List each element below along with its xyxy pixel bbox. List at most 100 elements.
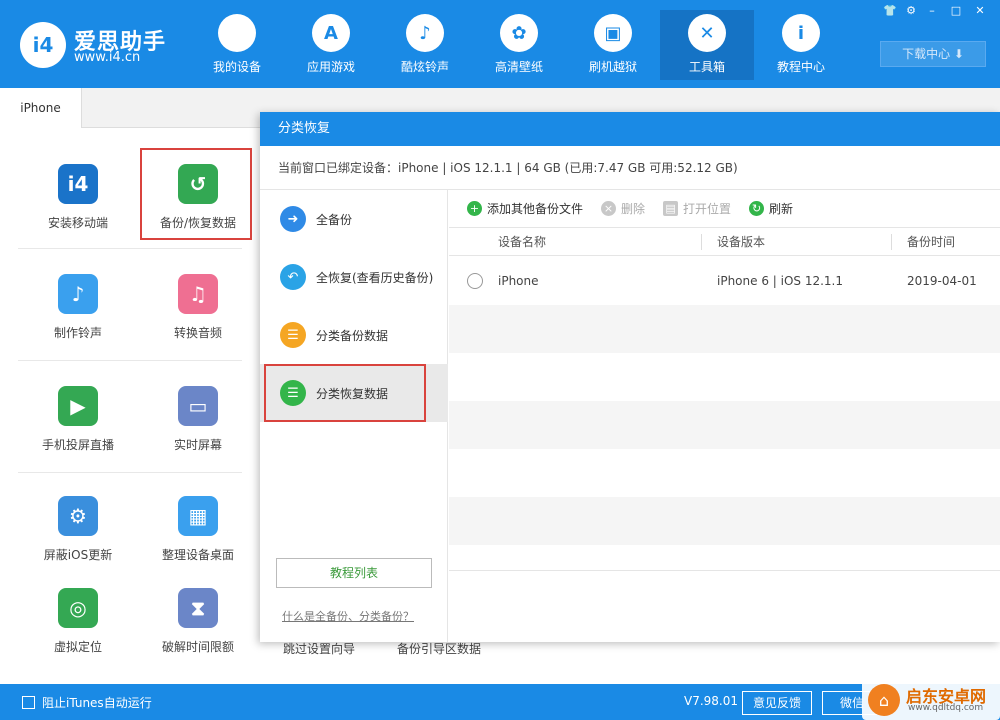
delete-button[interactable]: × 删除	[601, 200, 645, 217]
empty-row	[449, 449, 1000, 497]
nav-wallpapers[interactable]: ✿ 高清壁纸	[472, 10, 566, 80]
minimize-icon[interactable]: –	[922, 2, 942, 20]
nav-tutorials[interactable]: i 教程中心	[754, 10, 848, 80]
empty-row	[449, 353, 1000, 401]
divider	[18, 472, 242, 473]
cell-device-version: iPhone 6 | iOS 12.1.1	[717, 274, 844, 288]
download-center-button[interactable]: 下载中心 ⬇	[880, 41, 986, 67]
sidebar-item-label: 分类备份数据	[316, 328, 389, 343]
tool-screen-cast[interactable]: ▶ 手机投屏直播	[18, 386, 138, 486]
refresh-button[interactable]: ↻ 刷新	[749, 200, 793, 217]
nav-ringtones[interactable]: ♪ 酷炫铃声	[378, 10, 472, 80]
column-divider[interactable]	[891, 234, 892, 250]
delete-icon: ×	[601, 201, 617, 216]
feedback-button[interactable]: 意见反馈	[742, 691, 812, 715]
full-backup-icon: ➜	[280, 206, 306, 232]
nav-label: 酷炫铃声	[400, 60, 449, 74]
sidebar-item-category-backup[interactable]: ☰ 分类备份数据	[260, 306, 448, 364]
divider	[18, 360, 242, 361]
delete-label: 删除	[621, 202, 646, 216]
tool-organize-desktop[interactable]: ▦ 整理设备桌面	[138, 496, 258, 596]
flower-icon: ✿	[500, 14, 538, 52]
sidebar-item-full-backup[interactable]: ➜ 全备份	[260, 190, 448, 248]
top-bar: i4 爱思助手 www.i4.cn 我的设备 A 应用游戏 ♪ 酷炫铃声 ✿ 高…	[0, 0, 1000, 88]
nav-label: 高清壁纸	[494, 60, 543, 74]
device-info: 当前窗口已绑定设备：iPhone | iOS 12.1.1 | 64 GB (已…	[260, 146, 1000, 190]
tool-virtual-location[interactable]: ◎ 虚拟定位	[18, 588, 138, 688]
column-header-time[interactable]: 备份时间	[907, 228, 955, 256]
category-backup-icon: ☰	[280, 322, 306, 348]
column-divider[interactable]	[701, 234, 702, 250]
apple-icon	[218, 14, 256, 52]
watermark-logo-icon: ⌂	[868, 684, 900, 716]
refresh-icon: ↻	[749, 201, 765, 216]
nav-flash-jailbreak[interactable]: ▣ 刷机越狱	[566, 10, 660, 80]
sidebar-item-full-restore[interactable]: ↶ 全恢复(查看历史备份)	[260, 248, 448, 306]
location-icon: ◎	[58, 588, 98, 628]
tool-label: 虚拟定位	[53, 640, 102, 654]
open-location-label: 打开位置	[683, 202, 732, 216]
nav-label: 刷机越狱	[588, 60, 637, 74]
divider	[18, 248, 242, 249]
highlight-box	[264, 364, 426, 422]
tab-iphone[interactable]: iPhone	[0, 88, 82, 129]
tool-label: 整理设备桌面	[161, 548, 234, 562]
column-header-version[interactable]: 设备版本	[717, 228, 765, 256]
column-header-name[interactable]: 设备名称	[498, 228, 546, 256]
app-store-icon: A	[312, 14, 350, 52]
empty-row	[449, 305, 1000, 353]
info-icon: i	[782, 14, 820, 52]
tool-label: 实时屏幕	[173, 438, 222, 452]
tool-convert-audio[interactable]: ♫ 转换音频	[138, 274, 258, 374]
tool-crack-time-limit[interactable]: ⧗ 破解时间限额	[138, 588, 258, 688]
block-update-icon: ⚙	[58, 496, 98, 536]
nav-toolbox[interactable]: ✕ 工具箱	[660, 10, 754, 80]
table-row[interactable]: iPhone iPhone 6 | iOS 12.1.1 2019-04-01 …	[449, 257, 1000, 336]
tool-block-ios-update[interactable]: ⚙ 屏蔽iOS更新	[18, 496, 138, 596]
open-location-button[interactable]: ▤ 打开位置	[663, 200, 731, 217]
tool-label: 手机投屏直播	[41, 438, 114, 452]
version-text: V7.98.01	[684, 694, 739, 708]
row-radio[interactable]	[467, 273, 483, 289]
backup-list-panel: + 添加其他备份文件 × 删除 ▤ 打开位置 ↻ 刷新 设备名称 设备版本 备份…	[449, 190, 1000, 642]
tool-label: 破解时间限额	[161, 640, 234, 654]
box-icon: ▣	[594, 14, 632, 52]
watermark: ⌂ 启东安卓网 www.qdltdq.com	[862, 680, 1000, 720]
tool-backup-boot-label[interactable]: 备份引导区数据	[397, 640, 481, 657]
empty-row	[449, 401, 1000, 449]
nav-apps-games[interactable]: A 应用游戏	[284, 10, 378, 80]
dialog-sidebar: ➜ 全备份 ↶ 全恢复(查看历史备份) ☰ 分类备份数据 ☰ 分类恢复数据 教程…	[260, 190, 448, 642]
full-restore-icon: ↶	[280, 264, 306, 290]
nav-my-device[interactable]: 我的设备	[190, 10, 284, 80]
tool-label: 制作铃声	[53, 326, 102, 340]
tool-make-ringtone[interactable]: ♪ 制作铃声	[18, 274, 138, 374]
itunes-checkbox-label[interactable]: 阻止iTunes自动运行	[42, 694, 152, 711]
close-icon[interactable]: ✕	[970, 2, 990, 20]
screen-cast-icon: ▶	[58, 386, 98, 426]
grid-icon: ▦	[178, 496, 218, 536]
tutorial-list-button[interactable]: 教程列表	[276, 558, 432, 588]
folder-icon: ▤	[663, 201, 679, 216]
tool-realtime-screen[interactable]: ▭ 实时屏幕	[138, 386, 258, 486]
tool-install-mobile[interactable]: i4 安装移动端	[18, 164, 138, 264]
i4-logo-icon: i4	[20, 22, 66, 68]
watermark-url: www.qdltdq.com	[908, 703, 984, 713]
hourglass-icon: ⧗	[178, 588, 218, 628]
tool-label: 安装移动端	[47, 216, 108, 230]
refresh-label: 刷新	[769, 202, 794, 216]
music-icon: ♫	[178, 274, 218, 314]
tools-icon: ✕	[688, 14, 726, 52]
maximize-icon[interactable]: □	[946, 2, 966, 20]
nav-label: 我的设备	[212, 60, 261, 74]
cell-device-name: iPhone	[498, 274, 539, 288]
itunes-checkbox[interactable]	[22, 696, 35, 709]
skin-icon[interactable]: 👕	[880, 2, 900, 20]
empty-row	[449, 545, 1000, 571]
tool-skip-setup-label[interactable]: 跳过设置向导	[283, 640, 355, 657]
tool-label: 转换音频	[173, 326, 222, 340]
bell-icon: ♪	[406, 14, 444, 52]
settings-icon[interactable]: ⚙	[901, 2, 921, 20]
help-link[interactable]: 什么是全备份、分类备份？	[282, 608, 414, 624]
bell-plus-icon: ♪	[58, 274, 98, 314]
add-backup-button[interactable]: + 添加其他备份文件	[467, 200, 583, 217]
